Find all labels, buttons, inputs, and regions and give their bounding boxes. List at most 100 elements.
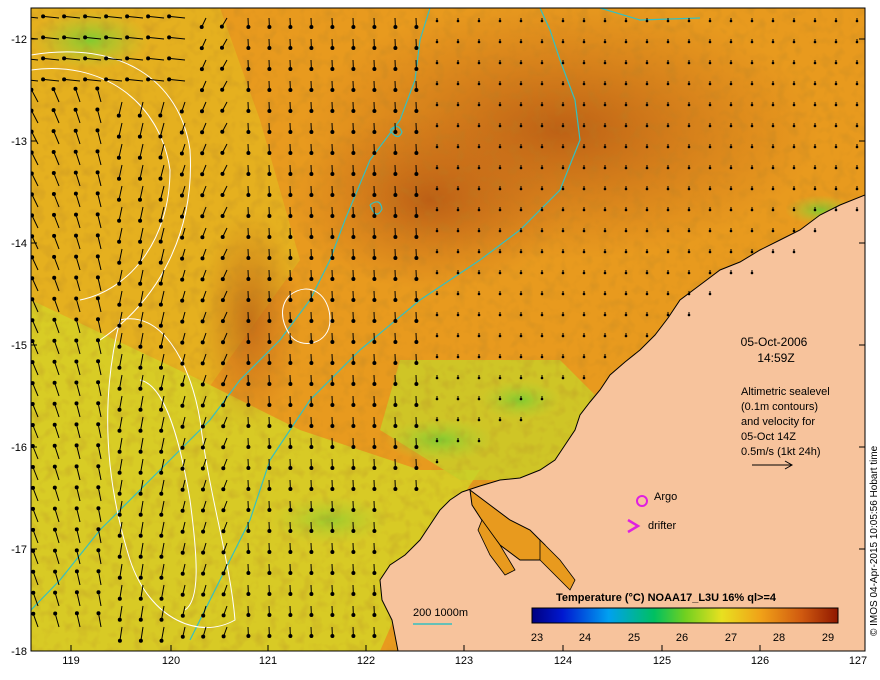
velocity-vector-head bbox=[309, 529, 314, 533]
velocity-vector-head bbox=[771, 229, 775, 233]
velocity-vector-head bbox=[180, 466, 185, 471]
velocity-vector-head bbox=[729, 61, 733, 65]
velocity-vector-head bbox=[393, 46, 398, 50]
velocity-vector-head bbox=[708, 103, 712, 107]
velocity-vector-head bbox=[288, 361, 293, 365]
credit-text: © IMOS 04-Apr-2015 10:05:56 Hobart time bbox=[869, 445, 880, 636]
velocity-vector-head bbox=[666, 19, 670, 23]
velocity-vector-head bbox=[351, 613, 356, 617]
velocity-vector-head bbox=[62, 35, 67, 40]
velocity-vector-head bbox=[750, 103, 754, 107]
velocity-vector-head bbox=[96, 380, 101, 385]
velocity-vector-head bbox=[288, 466, 293, 470]
velocity-vector-head bbox=[414, 25, 419, 29]
velocity-vector-head bbox=[246, 487, 251, 491]
velocity-vector-head bbox=[834, 103, 838, 107]
velocity-vector-head bbox=[52, 506, 57, 511]
velocity-vector-head bbox=[288, 193, 293, 197]
velocity-vector-head bbox=[477, 418, 481, 422]
velocity-vector-head bbox=[199, 67, 204, 72]
x-tick-label: 127 bbox=[849, 655, 867, 667]
latitude-axis: -12 -13 -14 -15 -16 -17 -18 bbox=[11, 34, 27, 658]
velocity-vector-head bbox=[393, 193, 398, 197]
velocity-vector-head bbox=[159, 344, 163, 349]
velocity-vector-head bbox=[435, 292, 439, 296]
velocity-vector-head bbox=[267, 340, 272, 344]
velocity-vector-head bbox=[267, 172, 272, 176]
velocity-vector-head bbox=[645, 271, 649, 275]
velocity-vector-head bbox=[624, 40, 628, 44]
velocity-vector-head bbox=[31, 150, 34, 155]
velocity-vector-head bbox=[180, 298, 185, 303]
velocity-vector-head bbox=[138, 491, 143, 496]
velocity-vector-head bbox=[750, 61, 754, 65]
velocity-vector-head bbox=[645, 124, 649, 128]
velocity-vector-head bbox=[771, 166, 775, 170]
velocity-vector-head bbox=[330, 613, 335, 617]
velocity-vector-head bbox=[53, 527, 57, 532]
velocity-vector-head bbox=[200, 193, 205, 198]
velocity-vector-head bbox=[372, 109, 377, 113]
velocity-vector-head bbox=[729, 271, 733, 275]
velocity-vector-head bbox=[74, 611, 79, 616]
velocity-vector-head bbox=[687, 40, 691, 44]
velocity-vector-head bbox=[393, 88, 398, 92]
velocity-vector-head bbox=[52, 338, 57, 343]
velocity-vector-head bbox=[180, 214, 184, 219]
velocity-vector-head bbox=[687, 292, 691, 296]
velocity-vector-head bbox=[351, 319, 356, 323]
velocity-vector-head bbox=[221, 424, 226, 429]
velocity-vector-head bbox=[666, 271, 670, 275]
drifter-label: drifter bbox=[648, 520, 676, 532]
velocity-vector-head bbox=[687, 145, 691, 149]
velocity-vector-head bbox=[498, 229, 502, 233]
velocity-vector-head bbox=[51, 108, 56, 113]
velocity-vector-head bbox=[267, 25, 272, 29]
velocity-vector-head bbox=[220, 235, 225, 239]
velocity-vector-head bbox=[267, 46, 272, 50]
velocity-vector-head bbox=[74, 212, 78, 217]
velocity-vector-head bbox=[52, 275, 57, 280]
velocity-vector-head bbox=[138, 575, 143, 580]
velocity-vector-head bbox=[200, 445, 205, 450]
velocity-vector-head bbox=[561, 61, 565, 65]
velocity-vector-head bbox=[201, 508, 205, 513]
velocity-vector-head bbox=[813, 40, 817, 44]
velocity-vector-head bbox=[246, 340, 251, 344]
velocity-vector-head bbox=[309, 403, 314, 407]
velocity-vector-head bbox=[435, 208, 439, 212]
velocity-vector-head bbox=[96, 422, 101, 427]
velocity-vector-head bbox=[20, 14, 24, 18]
velocity-vector-head bbox=[645, 292, 649, 296]
velocity-vector-head bbox=[813, 61, 817, 65]
velocity-vector-head bbox=[666, 61, 670, 65]
velocity-vector-head bbox=[116, 113, 121, 118]
velocity-vector-head bbox=[603, 19, 607, 23]
velocity-vector-head bbox=[687, 166, 691, 170]
velocity-vector-head bbox=[330, 424, 335, 428]
velocity-vector-head bbox=[687, 187, 691, 191]
velocity-vector-head bbox=[200, 256, 205, 261]
velocity-vector-head bbox=[117, 302, 122, 307]
velocity-vector-head bbox=[104, 14, 109, 19]
velocity-vector-head bbox=[246, 361, 251, 365]
velocity-vector-head bbox=[96, 569, 101, 574]
velocity-vector-head bbox=[666, 124, 670, 128]
velocity-vector-head bbox=[855, 19, 859, 23]
velocity-vector-head bbox=[267, 130, 272, 134]
velocity-vector-head bbox=[456, 334, 460, 338]
velocity-vector-head bbox=[834, 61, 838, 65]
velocity-vector-head bbox=[95, 191, 100, 196]
velocity-vector-head bbox=[221, 508, 226, 513]
velocity-vector-head bbox=[750, 229, 754, 233]
colorbar-tick: 29 bbox=[822, 632, 834, 644]
velocity-vector-head bbox=[117, 344, 122, 349]
velocity-vector-head bbox=[74, 464, 79, 469]
velocity-vector-head bbox=[220, 66, 225, 71]
velocity-vector-head bbox=[792, 229, 796, 233]
velocity-vector-head bbox=[351, 403, 356, 407]
velocity-vector-head bbox=[477, 313, 481, 317]
velocity-vector-head bbox=[52, 233, 57, 238]
velocity-vector-head bbox=[540, 61, 544, 65]
velocity-vector-head bbox=[41, 35, 46, 40]
